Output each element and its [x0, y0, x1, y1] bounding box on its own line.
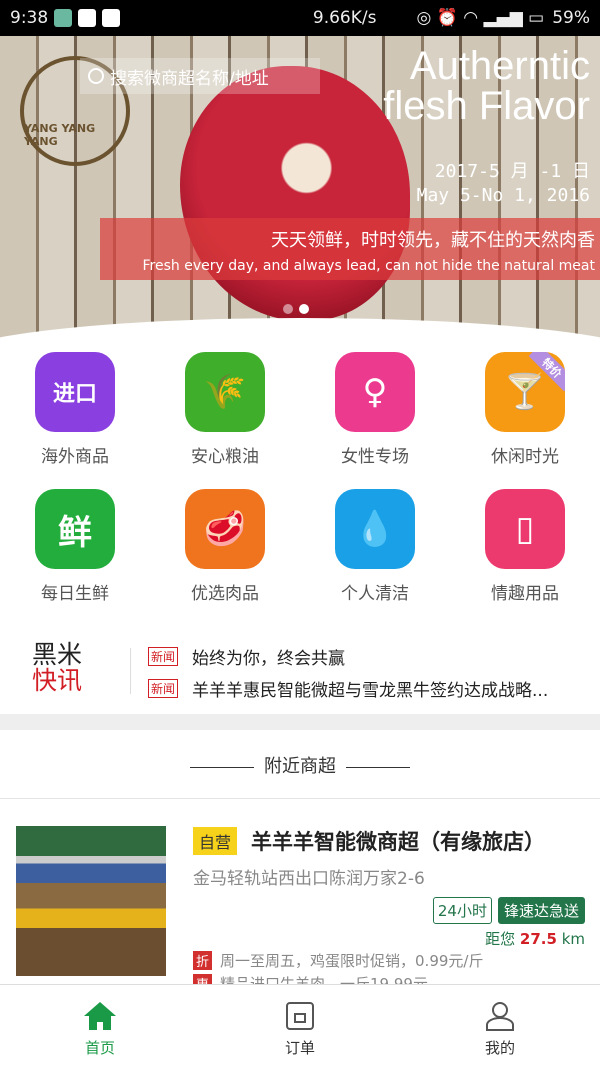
user-icon: [486, 1002, 514, 1031]
delivery-badge: 锋速达急送: [497, 897, 585, 924]
female-icon: ♀: [335, 352, 415, 432]
cocktail-icon: 🍸 特价: [485, 352, 565, 432]
status-bar: 9:38 9.66K/s ◎ ⏰ ◠ ▂▄▆ ▭ 59%: [0, 0, 600, 36]
home-icon: [84, 1002, 116, 1030]
news-logo: 黑米 快讯: [32, 640, 83, 695]
nav-profile[interactable]: 我的: [400, 985, 600, 1067]
category-condom[interactable]: ▯ 情趣用品: [450, 489, 600, 604]
battery-level: 59%: [552, 8, 590, 28]
category-wheat[interactable]: 🌾 安心粮油: [150, 352, 300, 467]
wheat-icon: 🌾: [185, 352, 265, 432]
meat-image: [180, 66, 410, 321]
ship-icon: 进口: [35, 352, 115, 432]
self-operated-badge: 自营: [193, 827, 238, 855]
category-meat[interactable]: 🥩 优选肉品: [150, 489, 300, 604]
bottom-nav: 首页 订单 我的: [0, 984, 600, 1067]
store-name[interactable]: 羊羊羊智能微商超（有缘旅店）: [251, 826, 545, 856]
category-label: 情趣用品: [491, 584, 559, 604]
search-icon: [88, 68, 104, 84]
category-water-drop[interactable]: 💧 个人清洁: [300, 489, 450, 604]
category-cocktail[interactable]: 🍸 特价休闲时光: [450, 352, 600, 467]
play-store-icon: [102, 9, 121, 27]
category-label: 女性专场: [341, 447, 409, 467]
app-notification-icon: [54, 9, 73, 27]
promo-banner[interactable]: YANG YANG YANG 搜索微商超名称/地址 Autherntic fles…: [0, 36, 600, 338]
banner-slogan: 天天领鲜，时时领先，藏不住的天然肉香 Fresh every day, and a…: [100, 218, 600, 280]
category-label: 休闲时光: [491, 447, 559, 467]
banner-date: 2017-5 月 -1 日 May 5-No 1, 2016: [416, 161, 590, 206]
category-fresh[interactable]: 鲜每日生鲜: [0, 489, 150, 604]
category-label: 安心粮油: [191, 447, 259, 467]
store-card[interactable]: 自营 羊羊羊智能微商超（有缘旅店） 金马轻轨站西出口陈润万家2-6 24小时 锋速达…: [193, 826, 585, 949]
category-label: 个人清洁: [341, 584, 409, 604]
category-label: 每日生鲜: [41, 584, 109, 604]
store-distance: 距您 27.5 km: [485, 930, 585, 948]
news-ticker[interactable]: 黑米 快讯 新闻 始终为你，终会共赢 新闻 羊羊羊惠民智能微超与雪龙黑牛签约达成战略.…: [0, 636, 600, 706]
fresh-icon: 鲜: [35, 489, 115, 569]
category-grid: 进口海外商品 🌾 安心粮油 ♀ 女性专场 🍸 特价休闲时光鲜每日生鲜 🥩 优选肉品 💧 个人清洁 ▯ 情…: [0, 352, 600, 604]
qq-icon: [78, 9, 97, 27]
carousel-dots[interactable]: [283, 304, 309, 314]
nav-home[interactable]: 首页: [0, 985, 200, 1067]
category-ship[interactable]: 进口 海外商品: [0, 352, 150, 467]
hours-badge: 24小时: [432, 897, 492, 924]
store-photo[interactable]: [16, 826, 166, 976]
status-time: 9:38: [10, 8, 49, 28]
category-label: 海外商品: [41, 447, 109, 467]
banner-headline: Autherntic flesh Flavor: [383, 44, 590, 128]
water-drop-icon: 💧: [335, 489, 415, 569]
category-female[interactable]: ♀ 女性专场: [300, 352, 450, 467]
news-item[interactable]: 新闻 始终为你，终会共赢: [148, 644, 345, 669]
condom-icon: ▯: [485, 489, 565, 569]
meat-icon: 🥩: [185, 489, 265, 569]
store-address: 金马轻轨站西出口陈润万家2-6: [193, 869, 425, 889]
search-input[interactable]: 搜索微商超名称/地址: [80, 58, 320, 94]
network-speed: 9.66K/s: [312, 8, 377, 28]
nav-orders[interactable]: 订单: [200, 985, 400, 1067]
carousel-dot-active[interactable]: [299, 304, 309, 314]
wifi-signal-battery-icons: ◎ ⏰ ◠ ▂▄▆ ▭: [416, 8, 545, 28]
carousel-dot[interactable]: [283, 304, 293, 314]
category-label: 优选肉品: [191, 584, 259, 604]
order-icon: [286, 1002, 314, 1030]
news-item[interactable]: 新闻 羊羊羊惠民智能微超与雪龙黑牛签约达成战略...: [148, 676, 548, 701]
nearby-header: 附近商超: [0, 752, 600, 778]
promo-item: 折周一至周五，鸡蛋限时促销，0.99元/斤: [193, 950, 593, 971]
